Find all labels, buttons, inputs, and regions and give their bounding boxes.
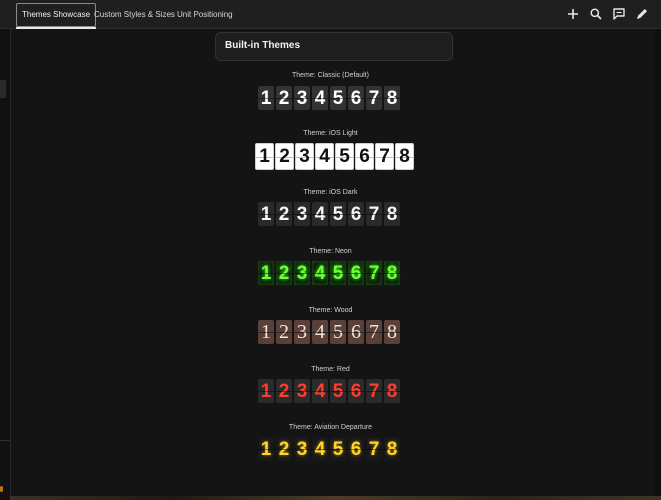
plus-icon[interactable] (565, 6, 581, 22)
flip-display-ios-light: 1 2 3 4 5 6 7 8 (255, 143, 414, 170)
digit-tile: 4 (312, 86, 328, 110)
digit-tile: 3 (294, 202, 310, 226)
digit-tile: 2 (276, 320, 292, 344)
digit-tile: 5 (330, 86, 346, 110)
digit-tile: 5 (335, 143, 354, 170)
digit-tile: 8 (384, 320, 400, 344)
digit-tile: 6 (348, 86, 364, 110)
digit-tile: 8 (384, 437, 400, 461)
digit-tile: 4 (315, 143, 334, 170)
digit-tile: 4 (312, 202, 328, 226)
digit-tile: 7 (366, 261, 382, 285)
theme-label-neon: Theme: Neon (309, 248, 352, 255)
digit-tile: 5 (330, 261, 346, 285)
digit-tile: 8 (384, 86, 400, 110)
flip-display-aviation-departure: 1 2 3 4 5 6 7 8 (258, 437, 400, 461)
digit-tile: 2 (276, 379, 292, 403)
sidebar-selected-marker (0, 80, 6, 98)
digit-tile: 7 (366, 379, 382, 403)
theme-label-ios-light: Theme: iOS Light (303, 130, 358, 137)
theme-label-classic: Theme: Classic (Default) (291, 72, 370, 79)
section-header-card: Built-in Themes (215, 32, 453, 61)
digit-tile: 7 (366, 437, 382, 461)
flip-display-neon: 1 2 3 4 5 6 7 8 (258, 261, 400, 285)
digit-tile: 4 (312, 437, 328, 461)
digit-tile: 2 (276, 261, 292, 285)
digit-tile: 8 (395, 143, 414, 170)
status-dot (0, 486, 3, 492)
digit-tile: 6 (348, 261, 364, 285)
digit-tile: 6 (348, 320, 364, 344)
digit-tile: 3 (294, 379, 310, 403)
digit-tile: 1 (258, 261, 274, 285)
digit-tile: 7 (366, 202, 382, 226)
digit-tile: 8 (384, 261, 400, 285)
tab-custom-styles-sizes[interactable]: Custom Styles & Sizes (94, 3, 175, 27)
digit-tile: 5 (330, 320, 346, 344)
digit-tile: 5 (330, 437, 346, 461)
digit-tile: 6 (348, 379, 364, 403)
digit-tile: 3 (295, 143, 314, 170)
digit-tile: 2 (276, 86, 292, 110)
digit-tile: 8 (384, 202, 400, 226)
digit-tile: 3 (294, 86, 310, 110)
digit-tile: 3 (294, 261, 310, 285)
digit-tile: 1 (258, 379, 274, 403)
digit-tile: 2 (276, 437, 292, 461)
digit-tile: 1 (255, 143, 274, 170)
digit-tile: 1 (258, 86, 274, 110)
digit-tile: 1 (258, 437, 274, 461)
top-bar: Themes Showcase Custom Styles & Sizes Un… (0, 0, 661, 29)
digit-tile: 1 (258, 202, 274, 226)
digit-tile: 7 (375, 143, 394, 170)
comment-icon[interactable] (611, 6, 627, 22)
theme-label-wood: Theme: Wood (308, 307, 353, 314)
digit-tile: 3 (294, 320, 310, 344)
flip-display-ios-dark: 1 2 3 4 5 6 7 8 (258, 202, 400, 226)
digit-tile: 7 (366, 320, 382, 344)
digit-tile: 2 (276, 202, 292, 226)
digit-tile: 4 (312, 379, 328, 403)
digit-tile: 4 (312, 261, 328, 285)
app-window: Themes Showcase Custom Styles & Sizes Un… (0, 0, 661, 500)
digit-tile: 5 (330, 202, 346, 226)
digit-tile: 4 (312, 320, 328, 344)
digit-tile: 1 (258, 320, 274, 344)
digit-tile: 7 (366, 86, 382, 110)
theme-label-aviation-departure: Theme: Aviation Departure (288, 424, 373, 431)
digit-tile: 8 (384, 379, 400, 403)
flip-display-classic: 1 2 3 4 5 6 7 8 (258, 86, 400, 110)
flip-display-wood: 1 2 3 4 5 6 7 8 (258, 320, 400, 344)
sidebar-divider (0, 440, 10, 441)
flip-display-red: 1 2 3 4 5 6 7 8 (258, 379, 400, 403)
search-icon[interactable] (588, 6, 604, 22)
digit-tile: 5 (330, 379, 346, 403)
digit-tile: 6 (355, 143, 374, 170)
theme-label-red: Theme: Red (311, 366, 350, 373)
digit-tile: 6 (348, 437, 364, 461)
section-title: Built-in Themes (225, 40, 301, 51)
tab-themes-showcase[interactable]: Themes Showcase (16, 3, 97, 29)
tab-unit-positioning[interactable]: Unit Positioning (177, 3, 233, 27)
theme-label-ios-dark: Theme: iOS Dark (303, 189, 358, 196)
edit-pencil-icon[interactable] (634, 6, 650, 22)
digit-tile: 6 (348, 202, 364, 226)
background-strip (10, 496, 661, 500)
digit-tile: 3 (294, 437, 310, 461)
digit-tile: 2 (275, 143, 294, 170)
